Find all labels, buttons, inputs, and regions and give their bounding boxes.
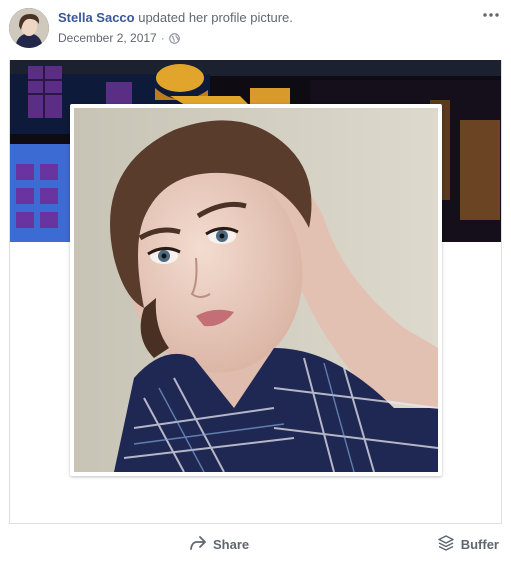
post-header: Stella Sacco updated her profile picture… bbox=[58, 10, 293, 25]
meta-separator: · bbox=[160, 31, 165, 45]
post-action-text: updated her profile picture. bbox=[134, 10, 293, 25]
buffer-button[interactable]: Buffer bbox=[437, 533, 499, 555]
feed-post: Stella Sacco updated her profile picture… bbox=[0, 0, 511, 564]
share-button[interactable]: Share bbox=[189, 533, 249, 555]
post-meta: December 2, 2017 · bbox=[58, 31, 180, 45]
globe-icon[interactable] bbox=[168, 32, 180, 44]
share-arrow-icon bbox=[189, 535, 207, 554]
author-avatar[interactable] bbox=[9, 8, 49, 48]
post-media[interactable] bbox=[9, 60, 502, 524]
post-date-link[interactable]: December 2, 2017 bbox=[58, 31, 157, 45]
author-name-link[interactable]: Stella Sacco bbox=[58, 10, 135, 25]
profile-picture[interactable] bbox=[74, 108, 438, 472]
buffer-label: Buffer bbox=[460, 536, 499, 552]
more-options-icon[interactable] bbox=[481, 8, 501, 22]
buffer-stack-icon bbox=[437, 534, 455, 555]
profile-picture-frame[interactable] bbox=[70, 104, 442, 476]
share-label: Share bbox=[213, 536, 250, 552]
